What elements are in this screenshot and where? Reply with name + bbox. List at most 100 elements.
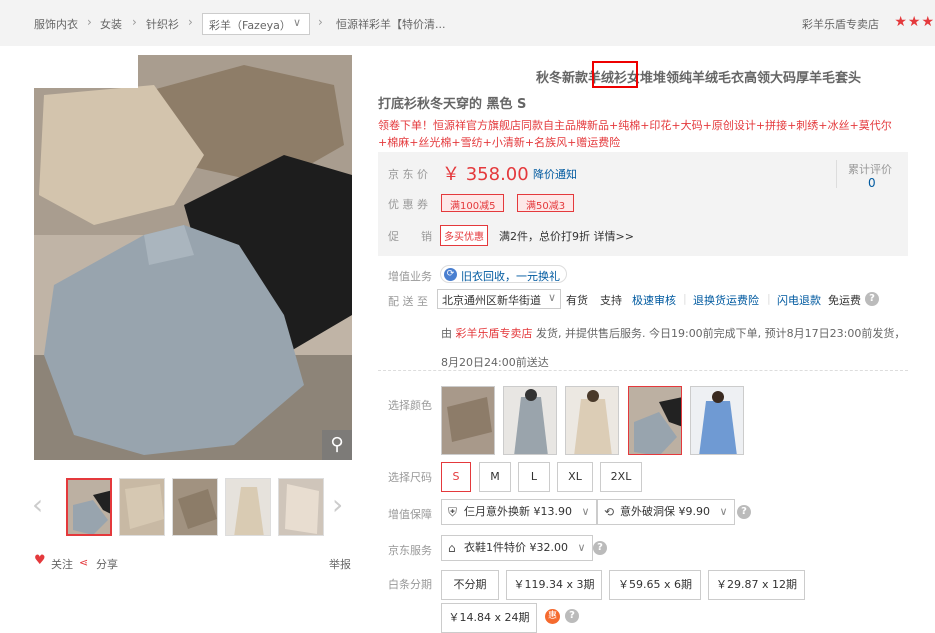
next-arrow-icon[interactable]: ›	[332, 488, 343, 521]
stock-status: 有货	[566, 294, 588, 307]
thumbnail-1[interactable]	[66, 478, 112, 536]
shop-name-link[interactable]: 彩羊乐盾专卖店	[802, 16, 879, 32]
chevron-right-icon: ›	[188, 15, 193, 29]
promo-detail-link[interactable]: 详情>>	[594, 230, 634, 243]
installment-label: 白条分期	[388, 578, 432, 591]
promo-text: 满2件，总价打9折 详情>>	[499, 228, 634, 244]
main-product-image[interactable]: ⚲	[34, 55, 352, 460]
free-shipping: 免运费	[828, 294, 861, 307]
follow-link[interactable]: 关注	[51, 556, 73, 572]
bag-icon: ⌂	[448, 541, 456, 555]
color-swatch-3[interactable]	[565, 386, 619, 455]
address-selector[interactable]: 北京通州区新华街道 ∨	[437, 289, 561, 309]
help-icon[interactable]: ?	[737, 505, 751, 519]
coupon-50-3[interactable]: 满50减3	[517, 194, 575, 212]
discount-badge: 惠	[545, 609, 560, 624]
guarantee-hole-dropdown[interactable]: ⟲ 意外破洞保 ¥9.90 ∨	[597, 499, 735, 525]
ship-shop-link[interactable]: 彩羊乐盾专卖店	[456, 327, 533, 340]
product-photo	[34, 55, 352, 460]
promo-desc: 满2件，总价打9折	[499, 230, 590, 243]
chevron-right-icon: ›	[318, 15, 323, 29]
guarantee-hole-text: 意外破洞保 ¥9.90	[620, 505, 710, 518]
chevron-down-icon: ∨	[581, 505, 590, 518]
service-flash-refund[interactable]: 闪电退款	[777, 292, 821, 308]
color-swatch-2[interactable]	[503, 386, 557, 455]
installment-none[interactable]: 不分期	[441, 570, 499, 600]
color-swatch-4[interactable]	[628, 386, 682, 455]
product-title-line1: 秋冬新款羊绒衫女堆堆领纯羊绒毛衣高领大码厚羊毛套头	[536, 71, 862, 86]
chevron-down-icon: ∨	[577, 541, 586, 554]
repair-icon: ⟲	[604, 505, 615, 519]
jd-service-label: 京东服务	[388, 544, 432, 557]
review-label: 累计评价	[848, 163, 892, 176]
promo-tag: 多买优惠	[440, 225, 488, 246]
size-option-s[interactable]: S	[441, 462, 471, 492]
installment-12[interactable]: ￥29.87 x 12期	[708, 570, 805, 600]
brand-dropdown[interactable]: 彩羊（Fazeya） ∨	[202, 13, 310, 35]
service-fast-review[interactable]: 极速审核	[632, 292, 676, 308]
installment-6[interactable]: ￥59.65 x 6期	[609, 570, 701, 600]
thumbnail-strip: ‹ ›	[32, 478, 352, 538]
report-link[interactable]: 举报	[329, 556, 351, 572]
address-text: 北京通州区新华街道	[442, 294, 541, 307]
shipping-info: 由 彩羊乐盾专卖店 发货, 并提供售后服务. 今日19:00前完成下单, 预计8…	[441, 319, 911, 377]
help-icon[interactable]: ?	[593, 541, 607, 555]
breadcrumb-item-clothing[interactable]: 服饰内衣	[34, 16, 78, 32]
coupon-100-5[interactable]: 满100减5	[441, 194, 505, 212]
share-icon[interactable]: ⋖	[79, 556, 88, 569]
breadcrumb-item-product: 恒源祥彩羊【特价清...	[336, 18, 446, 31]
brand-dropdown-label: 彩羊（Fazeya）	[209, 19, 291, 32]
divider: |	[683, 292, 687, 305]
divider	[378, 370, 908, 371]
color-swatch-5[interactable]	[690, 386, 744, 455]
trade-in-pill[interactable]: ⟳ 旧衣回收，一元换礼	[440, 265, 567, 283]
help-icon[interactable]: ?	[565, 609, 579, 623]
heart-icon[interactable]: ♥	[34, 553, 46, 568]
size-option-xl[interactable]: XL	[557, 462, 593, 492]
shield-icon: ⛨	[448, 505, 458, 519]
price-label: 京 东 价	[388, 168, 428, 181]
breadcrumb-item-knitwear[interactable]: 针织衫	[146, 16, 179, 32]
support-label: 支持	[600, 294, 622, 307]
color-swatch-1[interactable]	[441, 386, 495, 455]
shop-rating-stars: ★★★	[894, 14, 935, 30]
thumbnail-4[interactable]	[225, 478, 271, 536]
chevron-right-icon: ›	[132, 15, 137, 29]
price-value: ￥ 358.00	[442, 164, 529, 185]
share-link[interactable]: 分享	[96, 556, 118, 572]
zoom-icon[interactable]: ⚲	[322, 430, 352, 460]
size-label: 选择尺码	[388, 471, 432, 484]
size-option-2xl[interactable]: 2XL	[600, 462, 642, 492]
guarantee-label: 增值保障	[388, 508, 432, 521]
coupon-label: 优 惠 券	[388, 198, 428, 211]
chevron-down-icon: ∨	[292, 16, 301, 29]
help-icon[interactable]: ?	[865, 292, 879, 306]
trade-in-text: 旧衣回收，一元换礼	[461, 270, 560, 283]
thumbnail-5[interactable]	[278, 478, 324, 536]
thumbnail-2[interactable]	[119, 478, 165, 536]
ship-prefix: 由	[441, 327, 452, 340]
service-return-insurance[interactable]: 退换货运费险	[693, 292, 759, 308]
size-option-l[interactable]: L	[518, 462, 550, 492]
review-count-link[interactable]: 0	[868, 176, 876, 190]
highlight-box	[592, 61, 638, 88]
color-label: 选择颜色	[388, 399, 432, 412]
divider	[836, 160, 837, 188]
breadcrumb-item-women[interactable]: 女装	[100, 16, 122, 32]
chevron-right-icon: ›	[87, 15, 92, 29]
value-added-label: 增值业务	[388, 270, 432, 283]
price-notice-link[interactable]: 降价通知	[533, 166, 577, 182]
recycle-icon: ⟳	[444, 268, 457, 281]
installment-3[interactable]: ￥119.34 x 3期	[506, 570, 602, 600]
promo-label: 促 销	[388, 230, 432, 243]
size-option-m[interactable]: M	[479, 462, 511, 492]
jd-service-dropdown[interactable]: ⌂ 衣鞋1件特价 ¥32.00 ∨	[441, 535, 593, 561]
guarantee-replace-dropdown[interactable]: ⛨ 仨月意外换新 ¥13.90 ∨	[441, 499, 597, 525]
breadcrumb: 服饰内衣 › 女装 › 针织衫 › 彩羊（Fazeya） ∨ › 恒源祥彩羊【特…	[0, 0, 935, 46]
price-box: 京 东 价 ￥ 358.00 降价通知 累计评价 0 优 惠 券 满100减5 …	[378, 152, 908, 256]
chevron-down-icon: ∨	[719, 505, 728, 518]
thumbnail-3[interactable]	[172, 478, 218, 536]
installment-24[interactable]: ￥14.84 x 24期	[441, 603, 537, 633]
divider: |	[767, 292, 771, 305]
prev-arrow-icon[interactable]: ‹	[32, 488, 43, 521]
